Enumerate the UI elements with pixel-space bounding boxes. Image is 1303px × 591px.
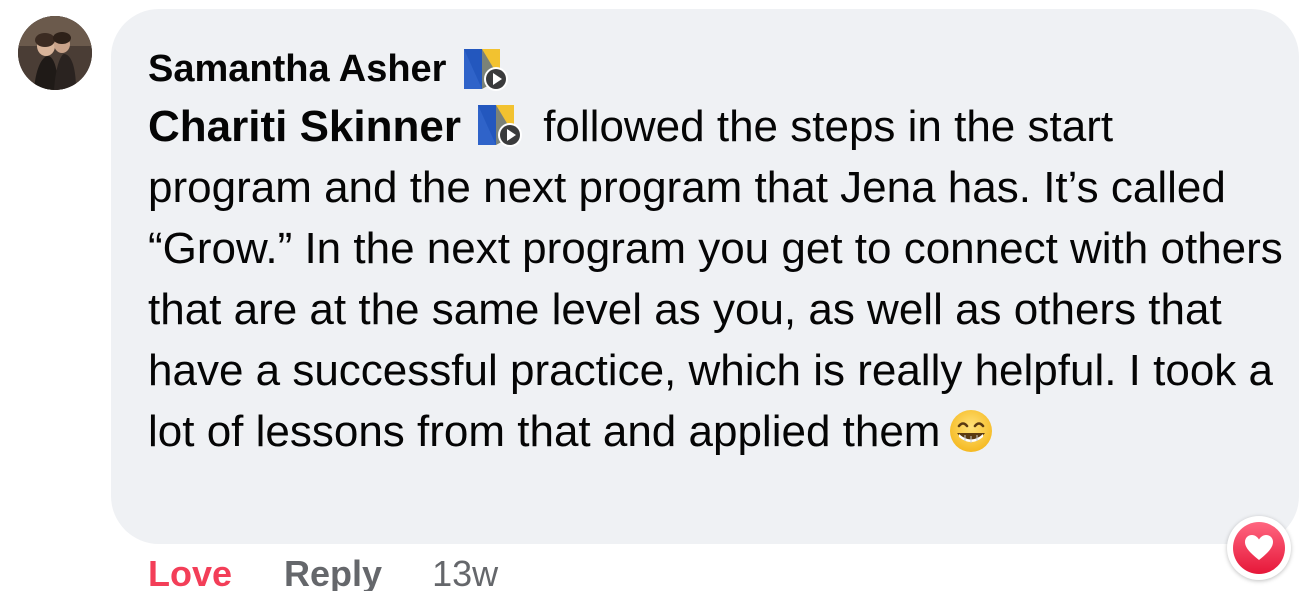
reply-button[interactable]: Reply <box>284 553 382 591</box>
grinning-face-icon <box>948 408 994 454</box>
top-fan-badge-icon[interactable] <box>460 43 512 95</box>
love-reaction-icon[interactable] <box>1227 516 1291 580</box>
avatar[interactable] <box>18 16 92 90</box>
comment-text: Chariti Skinner followed the steps in th… <box>148 96 1288 462</box>
comment-actions: Love Reply 13w <box>148 552 498 591</box>
love-button[interactable]: Love <box>148 553 232 591</box>
top-fan-badge-icon[interactable] <box>473 99 527 151</box>
comment-author-row: Samantha Asher <box>148 44 512 94</box>
mention-link[interactable]: Chariti Skinner <box>148 102 461 151</box>
comment-body-text: followed the steps in the start program … <box>148 102 1283 456</box>
comment-timestamp[interactable]: 13w <box>432 553 498 591</box>
comment-author-name[interactable]: Samantha Asher <box>148 48 446 91</box>
